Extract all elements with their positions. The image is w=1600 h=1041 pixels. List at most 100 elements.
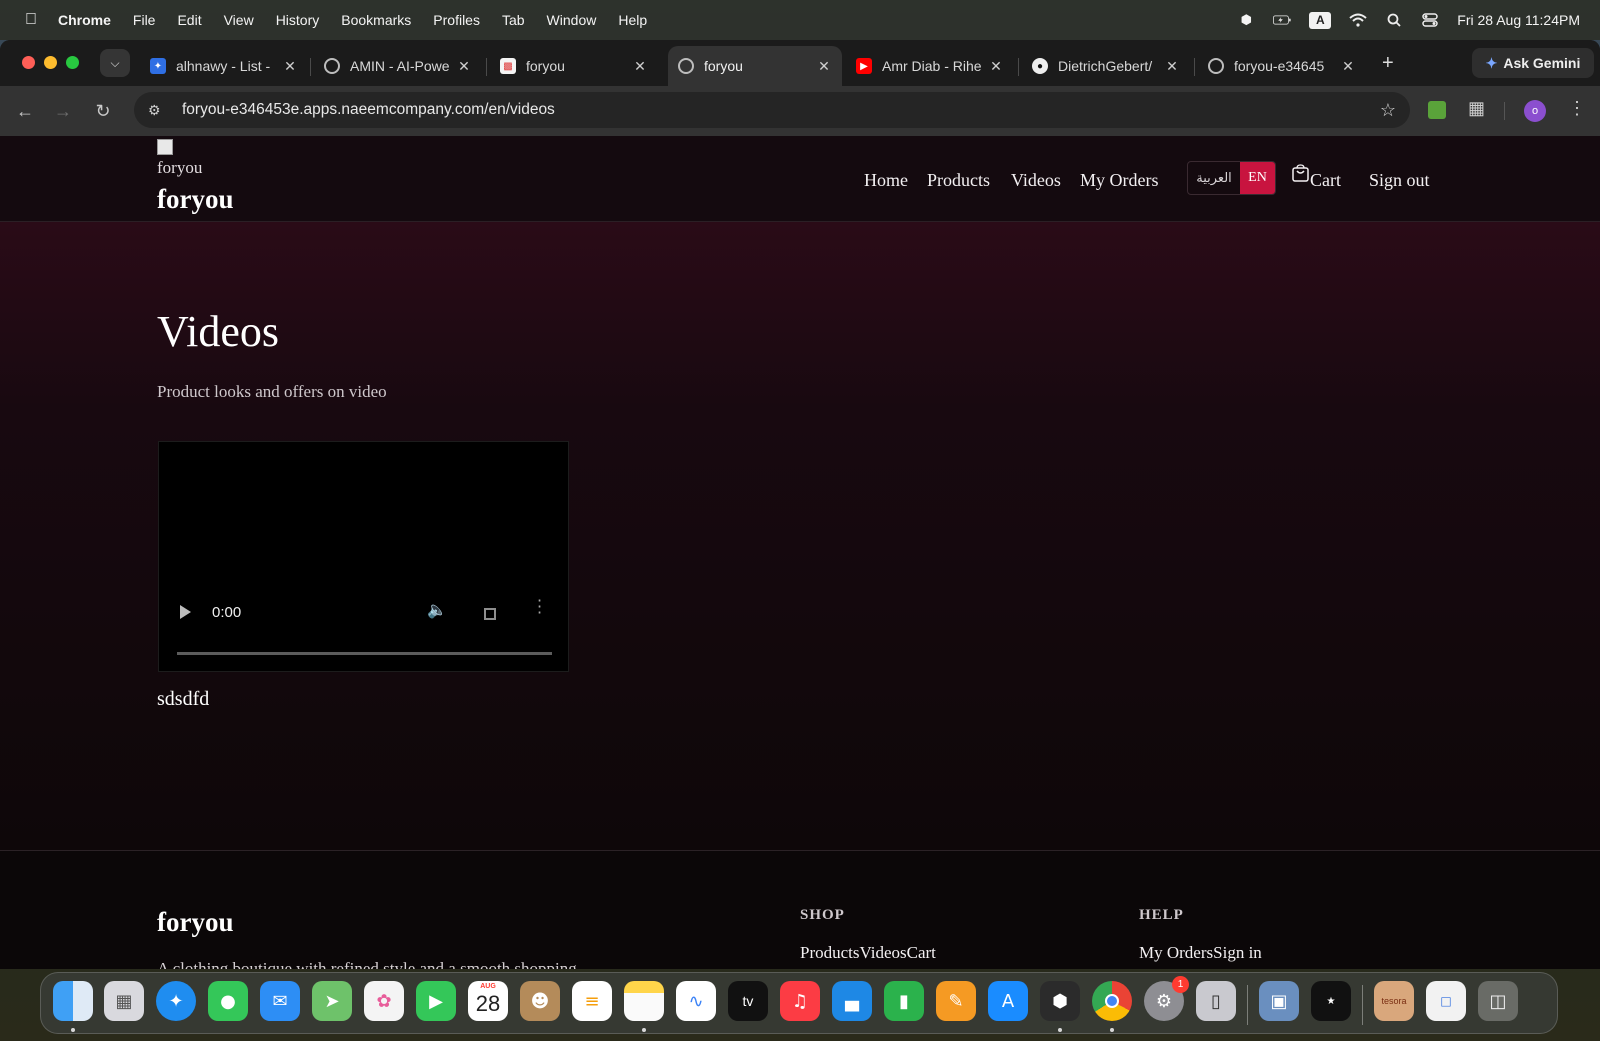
video-player[interactable]: 0:00 🔈 · · · bbox=[158, 441, 569, 672]
nav-sign-out[interactable]: Sign out bbox=[1369, 170, 1430, 191]
appletv-icon[interactable]: tv bbox=[728, 981, 768, 1021]
new-tab-button[interactable]: + bbox=[1382, 52, 1394, 75]
profile-avatar[interactable]: o bbox=[1524, 100, 1546, 122]
footer-link-my-orders[interactable]: My Orders bbox=[1139, 943, 1213, 963]
tab-search-button[interactable]: ⌵ bbox=[100, 49, 130, 77]
safari-icon[interactable]: ✦ bbox=[156, 981, 196, 1021]
menu-profiles[interactable]: Profiles bbox=[433, 12, 480, 28]
back-button[interactable]: ← bbox=[12, 98, 38, 124]
keynote-icon[interactable]: ▄ bbox=[832, 981, 872, 1021]
apple-menu-icon[interactable]:  bbox=[20, 11, 42, 29]
reload-button[interactable]: ↻ bbox=[90, 98, 116, 124]
tab-foryou-active[interactable]: foryou ✕ bbox=[668, 46, 842, 86]
tab-foryou-app[interactable]: foryou-e34645 ✕ bbox=[1198, 46, 1366, 86]
minimize-window-button[interactable] bbox=[44, 56, 57, 69]
menu-file[interactable]: File bbox=[133, 12, 156, 28]
wifi-icon[interactable] bbox=[1349, 12, 1367, 28]
tab-foryou-shop[interactable]: ▩ foryou ✕ bbox=[490, 46, 658, 86]
close-tab-icon[interactable]: ✕ bbox=[1164, 58, 1180, 75]
nav-home[interactable]: Home bbox=[864, 170, 908, 191]
tab-amin[interactable]: AMIN - AI-Powe ✕ bbox=[314, 46, 482, 86]
finder-icon[interactable] bbox=[53, 981, 93, 1021]
pages-icon[interactable]: ✎ bbox=[936, 981, 976, 1021]
url-text[interactable]: foryou-e346453e.apps.naeemcompany.com/en… bbox=[182, 101, 1380, 119]
menu-app-chrome[interactable]: Chrome bbox=[58, 12, 111, 28]
menu-tab[interactable]: Tab bbox=[502, 12, 525, 28]
menu-bookmarks[interactable]: Bookmarks bbox=[341, 12, 411, 28]
lang-arabic-button[interactable]: العربية bbox=[1188, 162, 1240, 194]
menu-window[interactable]: Window bbox=[547, 12, 597, 28]
nav-cart[interactable]: Cart bbox=[1310, 170, 1341, 191]
mail-icon[interactable]: ✉ bbox=[260, 981, 300, 1021]
cube-status-icon[interactable]: ⬢ bbox=[1237, 12, 1255, 28]
site-info-icon[interactable]: ⚙ bbox=[148, 102, 170, 119]
close-tab-icon[interactable]: ✕ bbox=[1340, 58, 1356, 75]
calendar-icon[interactable]: AUG 28 bbox=[468, 981, 508, 1021]
spotlight-search-icon[interactable] bbox=[1385, 12, 1403, 28]
menu-edit[interactable]: Edit bbox=[177, 12, 201, 28]
tesora-icon[interactable]: tesora bbox=[1374, 981, 1414, 1021]
facetime-icon[interactable]: ▶ bbox=[416, 981, 456, 1021]
control-center-icon[interactable] bbox=[1421, 12, 1439, 28]
forward-button[interactable]: → bbox=[50, 98, 76, 124]
music-icon[interactable]: ♫ bbox=[780, 981, 820, 1021]
contacts-icon[interactable]: ☻ bbox=[520, 981, 560, 1021]
launchpad-icon[interactable]: ▦ bbox=[104, 981, 144, 1021]
menu-history[interactable]: History bbox=[276, 12, 320, 28]
footer-link-videos[interactable]: Videos bbox=[860, 943, 907, 963]
extension-icon[interactable] bbox=[1428, 101, 1446, 119]
menu-view[interactable]: View bbox=[224, 12, 254, 28]
numbers-icon[interactable]: ▮ bbox=[884, 981, 924, 1021]
close-window-button[interactable] bbox=[22, 56, 35, 69]
close-tab-icon[interactable]: ✕ bbox=[988, 58, 1004, 75]
battery-icon[interactable] bbox=[1273, 12, 1291, 28]
maps-icon[interactable]: ➤ bbox=[312, 981, 352, 1021]
jpeg-file-icon[interactable]: □ bbox=[1426, 981, 1466, 1021]
footer-link-sign-in[interactable]: Sign in bbox=[1213, 943, 1262, 963]
tab-amr-diab[interactable]: ▶ Amr Diab - Rihe ✕ bbox=[846, 46, 1014, 86]
cart-icon[interactable] bbox=[1292, 164, 1309, 182]
tab-strip: ⌵ ✦ alhnawy - List - ✕ AMIN - AI-Powe ✕ … bbox=[0, 40, 1600, 86]
tab-github[interactable]: ● DietrichGebert/ ✕ bbox=[1022, 46, 1190, 86]
nav-my-orders[interactable]: My Orders bbox=[1080, 170, 1159, 191]
menubar-clock[interactable]: Fri 28 Aug 11:24PM bbox=[1457, 12, 1580, 28]
close-tab-icon[interactable]: ✕ bbox=[282, 58, 298, 75]
trash-icon[interactable]: ◫ bbox=[1478, 981, 1518, 1021]
bookmark-star-icon[interactable]: ☆ bbox=[1380, 100, 1396, 121]
menu-help[interactable]: Help bbox=[618, 12, 647, 28]
play-icon[interactable] bbox=[180, 605, 191, 619]
ask-gemini-button[interactable]: ✦ Ask Gemini bbox=[1472, 48, 1594, 78]
footer-link-cart[interactable]: Cart bbox=[907, 943, 936, 963]
messages-icon[interactable]: ● bbox=[208, 981, 248, 1021]
appstore-icon[interactable]: A bbox=[988, 981, 1028, 1021]
zoom-window-button[interactable] bbox=[66, 56, 79, 69]
volume-icon[interactable]: 🔈 bbox=[427, 600, 447, 619]
address-bar[interactable]: ⚙ foryou-e346453e.apps.naeemcompany.com/… bbox=[134, 92, 1410, 128]
footer-link-products[interactable]: Products bbox=[800, 943, 860, 963]
close-tab-icon[interactable]: ✕ bbox=[456, 58, 472, 75]
close-tab-icon[interactable]: ✕ bbox=[816, 58, 832, 75]
tab-alhnawy[interactable]: ✦ alhnawy - List - ✕ bbox=[140, 46, 308, 86]
more-options-icon[interactable]: · · · bbox=[537, 593, 542, 621]
video-progress-bar[interactable] bbox=[177, 652, 552, 655]
notes-icon[interactable] bbox=[624, 981, 664, 1021]
fullscreen-icon[interactable] bbox=[484, 608, 496, 620]
lang-english-button[interactable]: EN bbox=[1240, 162, 1275, 194]
box-icon[interactable]: ⬢ bbox=[1040, 981, 1080, 1021]
iphone-mirroring-icon[interactable]: ▯ bbox=[1196, 981, 1236, 1021]
preview-icon[interactable]: ▣ bbox=[1259, 981, 1299, 1021]
chrome-icon[interactable] bbox=[1092, 981, 1132, 1021]
photos-icon[interactable]: ✿ bbox=[364, 981, 404, 1021]
freeform-icon[interactable]: ∿ bbox=[676, 981, 716, 1021]
system-settings-icon[interactable]: ⚙ 1 bbox=[1144, 976, 1189, 1021]
site-brand[interactable]: foryou bbox=[157, 184, 234, 215]
close-tab-icon[interactable]: ✕ bbox=[632, 58, 648, 75]
extensions-puzzle-icon[interactable]: ▦ bbox=[1468, 98, 1485, 119]
gta-icon[interactable]: ★ bbox=[1311, 981, 1351, 1021]
nav-videos[interactable]: Videos bbox=[1011, 170, 1061, 191]
logo-image[interactable]: foryou bbox=[157, 138, 205, 180]
reminders-icon[interactable]: ≡ bbox=[572, 981, 612, 1021]
nav-products[interactable]: Products bbox=[927, 170, 990, 191]
chrome-menu-icon[interactable]: ⋮ bbox=[1568, 98, 1586, 119]
input-source-indicator[interactable]: A bbox=[1309, 11, 1332, 29]
